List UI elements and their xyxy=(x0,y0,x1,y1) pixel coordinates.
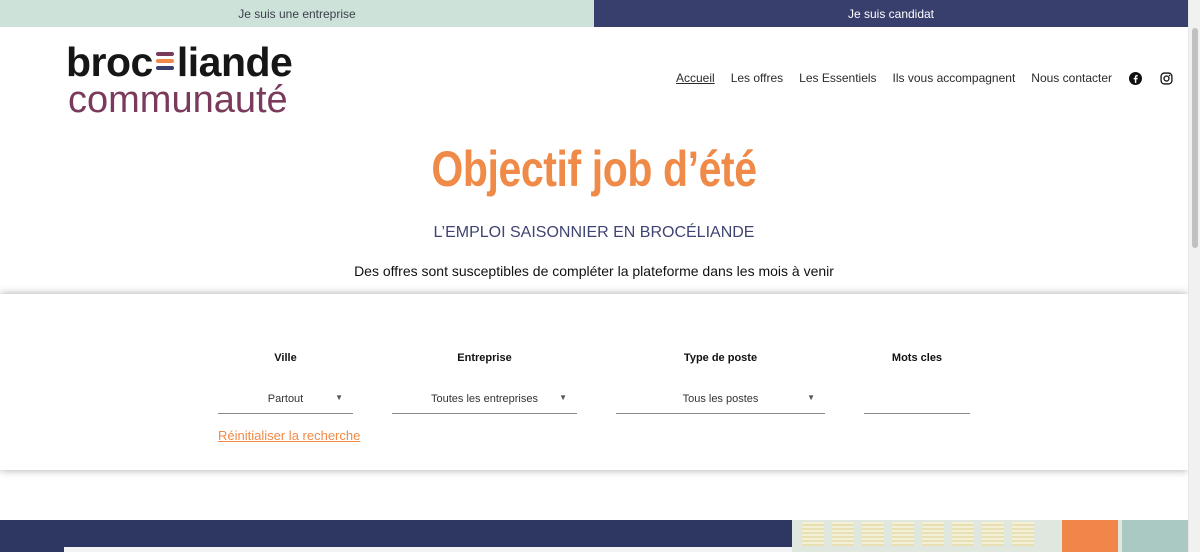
logo-line1: broc liande xyxy=(66,39,293,85)
page-scrollbar[interactable] xyxy=(1188,0,1200,552)
decor-teal-block xyxy=(1122,520,1188,552)
page: Je suis une entreprise Je suis candidat … xyxy=(0,0,1200,552)
nav-item-les-essentiels[interactable]: Les Essentiels xyxy=(799,71,876,85)
decor-tile xyxy=(982,522,1004,546)
candidate-switch-label: Je suis candidat xyxy=(847,6,935,21)
reset-search-link[interactable]: Réinitialiser la recherche xyxy=(218,428,360,443)
nav-item-nous-contacter[interactable]: Nous contacter xyxy=(1031,71,1112,85)
ville-select-value: Partout xyxy=(267,393,304,405)
content-card-edge xyxy=(64,547,804,552)
entreprise-select-value: Toutes les entreprises xyxy=(431,393,538,405)
nav-item-les-offres[interactable]: Les offres xyxy=(731,71,783,85)
scrollbar-thumb[interactable] xyxy=(1192,28,1198,248)
logo-line2: communauté xyxy=(68,79,288,121)
mots-cles-label: Mots cles xyxy=(891,352,943,364)
type-poste-select[interactable]: Tous les postes ▼ xyxy=(616,382,825,414)
footer-banner xyxy=(0,520,1188,552)
page-title: Objectif job d’été xyxy=(431,141,757,197)
ville-select[interactable]: Partout ▼ xyxy=(218,382,353,414)
decor-tile xyxy=(832,522,854,546)
job-search-panel: Ville Partout ▼ Entreprise Toutes les en… xyxy=(0,294,1188,470)
main-nav: Accueil Les offres Les Essentiels Ils vo… xyxy=(676,71,1190,85)
decorative-illustration xyxy=(792,520,1188,552)
mots-cles-input[interactable] xyxy=(864,382,970,414)
chevron-down-icon: ▼ xyxy=(559,393,567,402)
company-switch-label: Je suis une entreprise xyxy=(238,6,356,21)
decor-orange-block xyxy=(1062,520,1118,552)
nav-item-accueil[interactable]: Accueil xyxy=(676,71,715,85)
chevron-down-icon: ▼ xyxy=(807,393,815,402)
candidate-switch-button[interactable]: Je suis candidat xyxy=(594,0,1188,27)
site-logo[interactable]: broc liande communauté xyxy=(66,40,326,120)
chevron-down-icon: ▼ xyxy=(335,393,343,402)
audience-switch-bar: Je suis une entreprise Je suis candidat xyxy=(0,0,1188,27)
decor-tile xyxy=(862,522,884,546)
type-poste-select-value: Tous les postes xyxy=(682,393,759,405)
decor-tile xyxy=(1012,522,1034,546)
facebook-icon[interactable] xyxy=(1128,71,1142,85)
type-poste-label: Type de poste xyxy=(683,352,758,364)
decor-tile xyxy=(952,522,974,546)
entreprise-select[interactable]: Toutes les entreprises ▼ xyxy=(392,382,577,414)
page-note: Des offres sont susceptibles de compléte… xyxy=(354,263,834,279)
logo-e-mark xyxy=(154,46,176,76)
nav-item-ils-vous-accompagnent[interactable]: Ils vous accompagnent xyxy=(893,71,1016,85)
decor-tile xyxy=(802,522,824,546)
company-switch-button[interactable]: Je suis une entreprise xyxy=(0,0,594,27)
entreprise-label: Entreprise xyxy=(457,352,512,364)
ville-label: Ville xyxy=(274,352,297,364)
decor-tile xyxy=(892,522,914,546)
page-subtitle: L’EMPLOI SAISONNIER EN BROCÉLIANDE xyxy=(433,224,755,241)
decor-tile xyxy=(922,522,944,546)
instagram-icon[interactable] xyxy=(1159,71,1173,85)
